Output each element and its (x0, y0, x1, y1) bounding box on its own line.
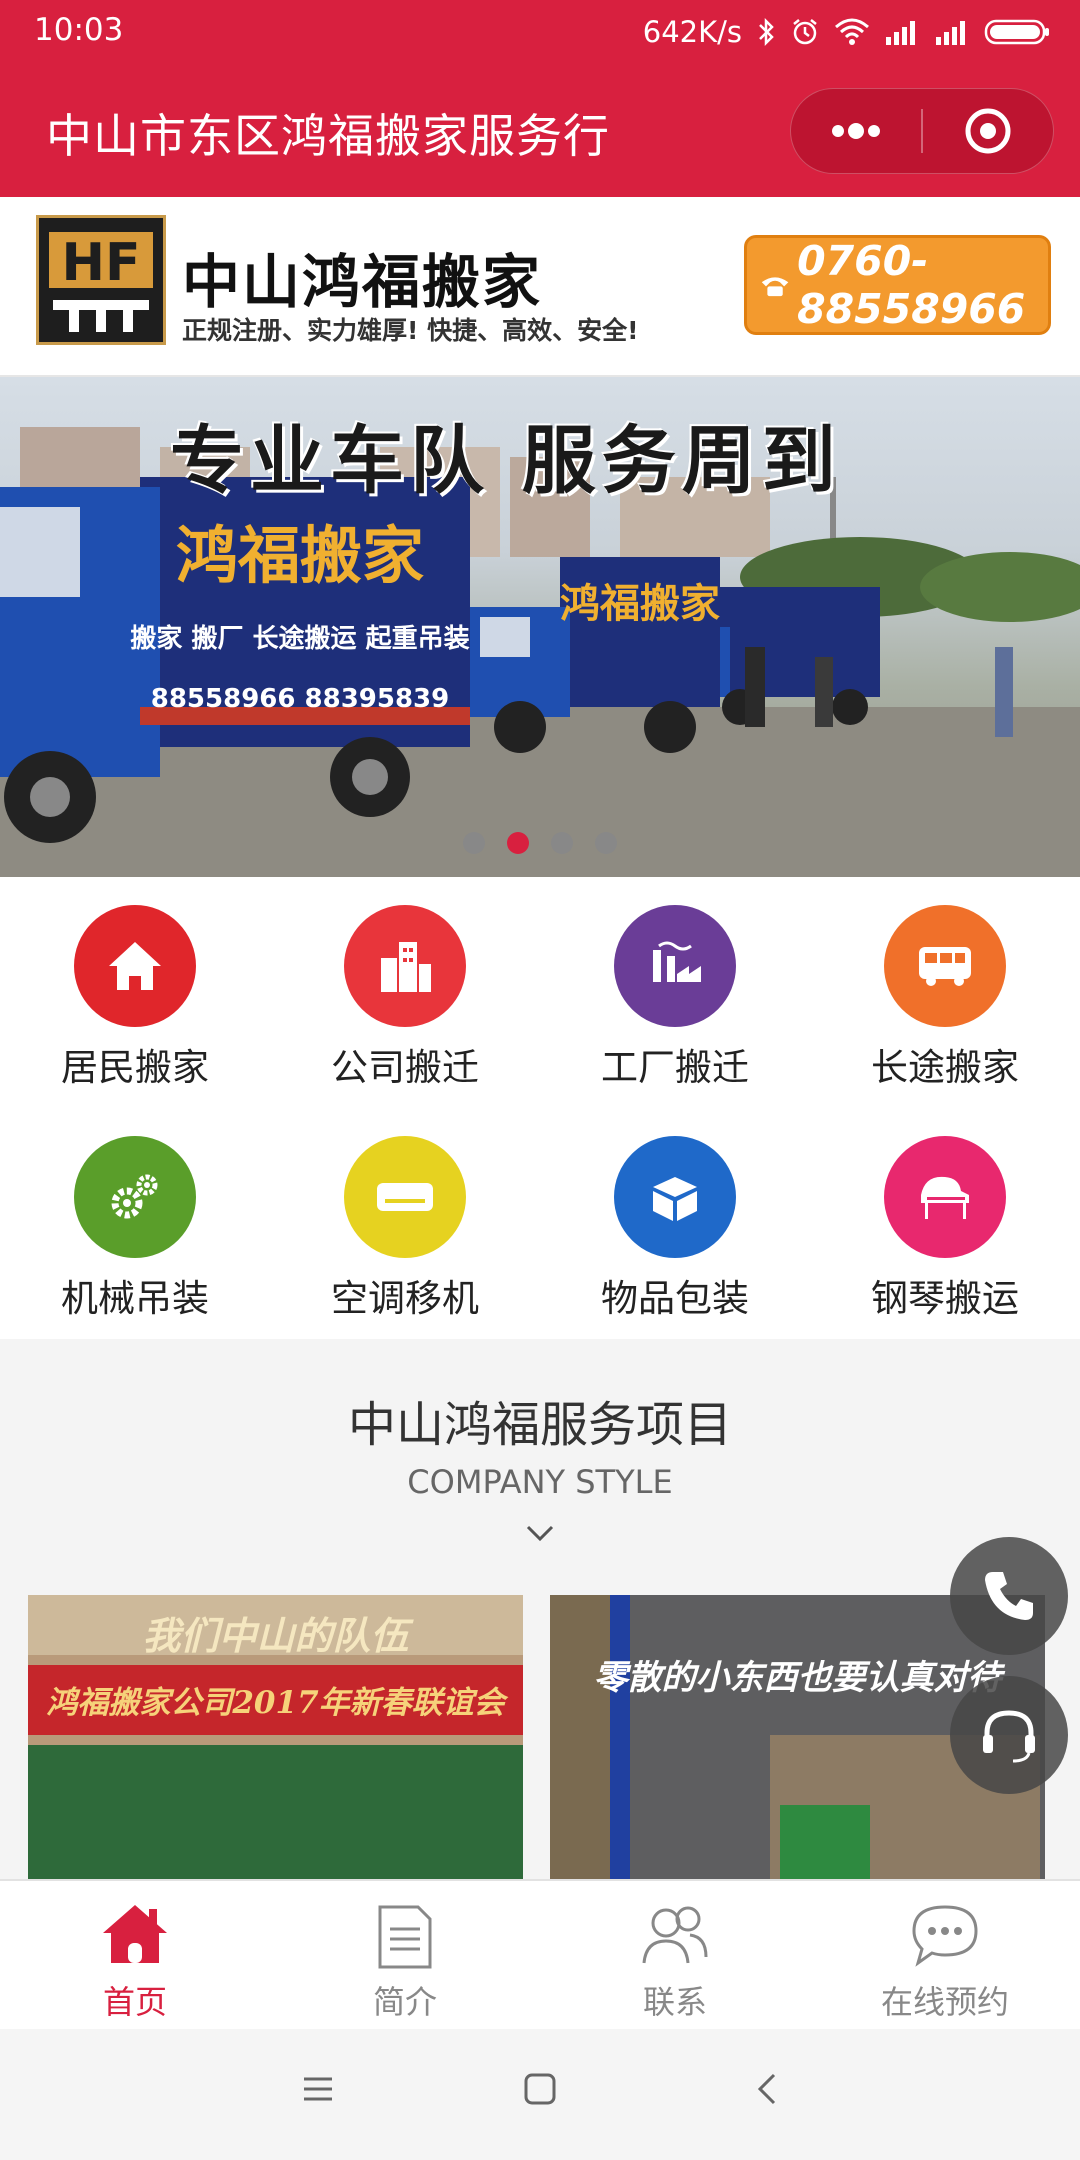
category-office-move[interactable]: 公司搬迁 (270, 877, 540, 1108)
tab-online-booking[interactable]: 在线预约 (810, 1881, 1080, 2029)
category-factory-move[interactable]: 工厂搬迁 (540, 877, 810, 1108)
category-residential-move[interactable]: 居民搬家 (0, 877, 270, 1108)
service-grid: 居民搬家 公司搬迁 工厂搬迁 长途搬家 机械吊装 空调移机 物品包装 钢琴搬运 (0, 877, 1080, 1339)
status-indicators: 642K/s (643, 12, 1050, 52)
mini-program-capsule (790, 88, 1054, 174)
box-icon (614, 1136, 736, 1258)
photo-team-banner: 鸿福搬家公司2017年新春联谊会 (46, 1685, 505, 1721)
section-subtitle: COMPANY STYLE (407, 1463, 673, 1501)
menu-icon[interactable] (298, 2069, 338, 2109)
wifi-icon (835, 18, 869, 45)
home-icon (103, 1905, 167, 1963)
photo-team-caption: 我们中山的队伍 (142, 1613, 409, 1658)
category-label: 工厂搬迁 (601, 1046, 749, 1089)
category-piano-move[interactable]: 钢琴搬运 (810, 1108, 1080, 1339)
category-label: 钢琴搬运 (871, 1277, 1019, 1320)
telephone-icon (761, 277, 789, 297)
photo-team[interactable]: 我们中山的队伍 鸿福搬家公司2017年新春联谊会 (28, 1595, 523, 1879)
truck-phones: 88558966 88395839 (151, 684, 450, 714)
carousel-dot[interactable] (463, 832, 485, 854)
piano-icon (884, 1136, 1006, 1258)
truck-brand: 鸿福搬家 (176, 519, 424, 592)
bluetooth-icon (759, 17, 774, 47)
truck-services: 搬家 搬厂 长途搬运 起重吊装 (130, 623, 469, 654)
target-icon (965, 108, 1011, 154)
bottom-tab-bar: 首页 简介 联系 在线预约 (0, 1879, 1080, 2029)
chevron-down-icon (526, 1525, 554, 1542)
signal-icon (886, 21, 915, 45)
hero-headline: 专业车队 服务周到 (170, 418, 842, 504)
services-section: 中山鸿福服务项目 COMPANY STYLE 我们中山的队伍 鸿福搬家公司201… (0, 1339, 1080, 1879)
section-title: 中山鸿福服务项目 (347, 1397, 732, 1453)
contacts-icon (642, 1906, 708, 1964)
tab-home[interactable]: 首页 (0, 1881, 270, 2029)
phone-icon (985, 1572, 1033, 1620)
status-time: 10:03 (34, 12, 124, 48)
carousel-dot[interactable] (551, 832, 573, 854)
category-machinery-lifting[interactable]: 机械吊装 (0, 1108, 270, 1339)
status-bar: 10:03 642K/s (0, 0, 1080, 66)
carousel-indicators (0, 832, 1080, 854)
system-nav-bar (0, 2029, 1080, 2160)
tab-label: 联系 (642, 1983, 707, 2021)
close-button[interactable] (923, 89, 1053, 173)
category-ac-relocation[interactable]: 空调移机 (270, 1108, 540, 1339)
top-bar: 10:03 642K/s 中山市东区鸿福搬家服务行 (0, 0, 1080, 197)
hotline-number: 0760-88558966 (797, 237, 1026, 333)
category-label: 长途搬家 (871, 1046, 1019, 1089)
net-speed: 642K/s (642, 15, 742, 49)
house-icon (74, 905, 196, 1027)
tab-contact[interactable]: 联系 (540, 1881, 810, 2029)
category-packing[interactable]: 物品包装 (540, 1108, 810, 1339)
document-icon (378, 1905, 432, 1969)
category-label: 机械吊装 (61, 1277, 209, 1320)
factory-icon (614, 905, 736, 1027)
back-icon[interactable] (748, 2069, 788, 2109)
carousel-dot-active[interactable] (507, 832, 529, 854)
tab-label: 在线预约 (880, 1983, 1009, 2021)
logo-text: HF (61, 233, 140, 293)
category-long-distance[interactable]: 长途搬家 (810, 877, 1080, 1108)
carousel-dot[interactable] (595, 832, 617, 854)
floating-call-button[interactable] (950, 1537, 1068, 1655)
category-label: 物品包装 (601, 1277, 749, 1320)
gears-icon (74, 1136, 196, 1258)
headset-icon (983, 1710, 1035, 1763)
brand-name: 中山鸿福搬家 (182, 248, 543, 316)
brand-header: HF 中山鸿福搬家 正规注册、实力雄厚! 快捷、高效、安全! 0760-8855… (0, 197, 1080, 377)
air-conditioner-icon (344, 1136, 466, 1258)
svg-text:鸿福搬家: 鸿福搬家 (560, 581, 720, 627)
page-title: 中山市东区鸿福搬家服务行 (46, 109, 610, 163)
bus-icon (884, 905, 1006, 1027)
more-button[interactable] (791, 89, 921, 173)
company-logo: HF (36, 215, 166, 345)
alarm-icon (793, 19, 817, 45)
category-label: 居民搬家 (61, 1046, 209, 1089)
battery-icon (984, 19, 1049, 45)
tab-label: 简介 (372, 1983, 437, 2021)
hero-carousel[interactable]: 鸿福搬家 鸿福搬家 搬家 搬厂 长途搬运 起重吊装 88558966 88395… (0, 377, 1080, 877)
category-label: 空调移机 (331, 1277, 479, 1320)
chat-bubble-icon (912, 1905, 978, 1967)
category-label: 公司搬迁 (331, 1046, 479, 1089)
hotline-badge[interactable]: 0760-88558966 (744, 235, 1051, 335)
tab-about[interactable]: 简介 (270, 1881, 540, 2029)
signal-icon-2 (936, 21, 965, 45)
more-dots-icon (832, 123, 880, 139)
home-square-icon[interactable] (520, 2069, 560, 2109)
brand-slogan: 正规注册、实力雄厚! 快捷、高效、安全! (182, 316, 639, 345)
tab-label: 首页 (102, 1983, 167, 2021)
building-icon (344, 905, 466, 1027)
floating-support-button[interactable] (950, 1676, 1068, 1794)
